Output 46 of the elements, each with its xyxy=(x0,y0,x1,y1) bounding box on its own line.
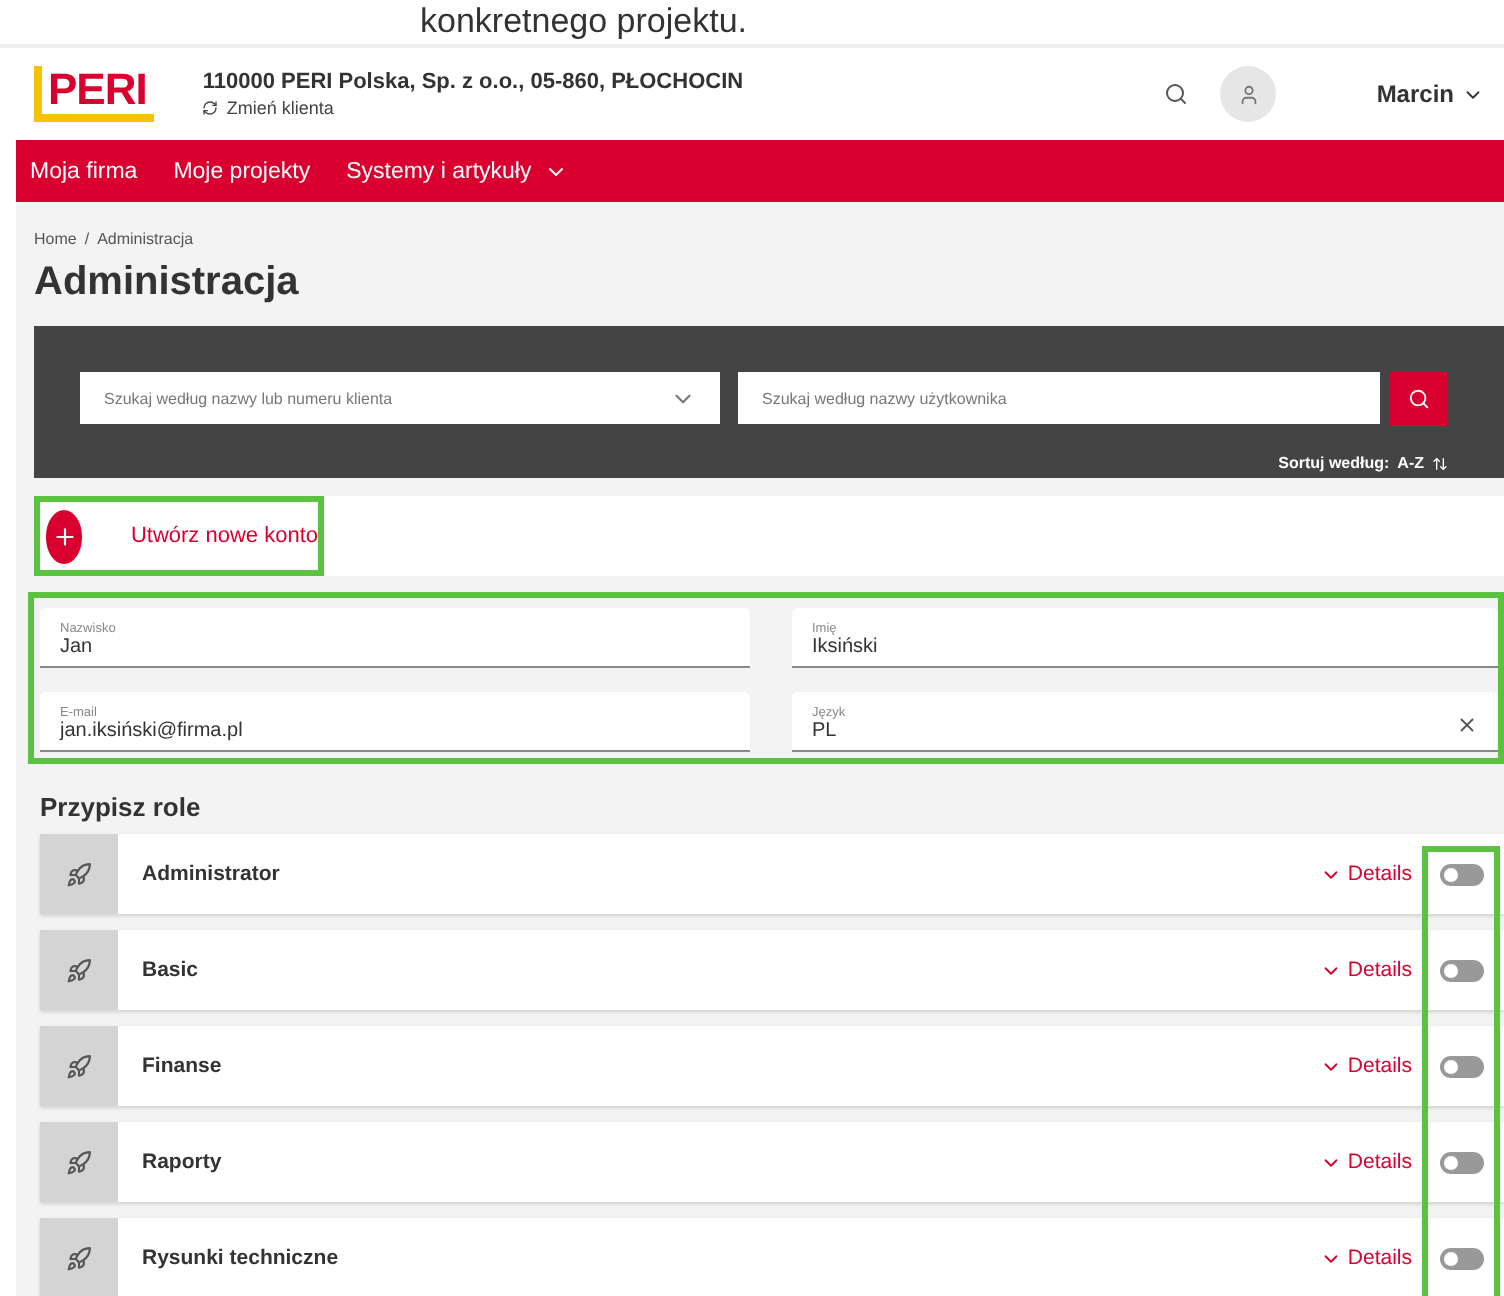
user-search-field[interactable]: Szukaj według nazwy użytkownika xyxy=(738,372,1380,424)
peri-logo[interactable]: PERI xyxy=(34,66,155,122)
page-title: Administracja xyxy=(34,260,301,306)
details-link[interactable]: Details xyxy=(1319,1246,1412,1270)
toggle-switch[interactable] xyxy=(1440,1247,1484,1269)
rocket-icon xyxy=(40,1218,118,1296)
breadcrumb-item[interactable]: Administracja xyxy=(97,230,194,248)
clear-icon[interactable] xyxy=(1456,713,1478,735)
company-name: 110000 PERI Polska, Sp. z o.o., 05-860, PŁOCHOCIN xyxy=(202,70,746,94)
refresh-icon xyxy=(202,100,219,116)
sort-button[interactable]: A-Z xyxy=(1397,454,1424,472)
client-search-field[interactable]: Szukaj według nazwy lub numeru klienta xyxy=(80,372,720,424)
sort-icon[interactable] xyxy=(1432,455,1448,471)
details-link[interactable]: Details xyxy=(1319,1150,1412,1174)
avatar-icon[interactable] xyxy=(1220,66,1277,122)
caption-text: konkretnego projektu. xyxy=(0,0,1504,48)
toggle-switch[interactable] xyxy=(1440,959,1484,981)
nav-item[interactable]: Systemy i artykuły xyxy=(346,159,568,183)
sort-label: Sortuj według: xyxy=(1278,454,1390,472)
search-icon[interactable] xyxy=(1164,82,1189,106)
toggle-switch[interactable] xyxy=(1440,1055,1484,1077)
role-name: Raporty xyxy=(142,1150,224,1174)
role-name: Administrator xyxy=(142,862,282,886)
nav-item[interactable]: Moje projekty xyxy=(173,159,311,183)
details-link[interactable]: Details xyxy=(1319,1054,1412,1078)
breadcrumb-item[interactable]: Home xyxy=(34,230,77,248)
breadcrumb-separator: / xyxy=(84,230,90,248)
search-icon xyxy=(1408,388,1430,410)
create-account-link[interactable]: Utwórz nowe konto xyxy=(130,524,318,548)
toggle-switch[interactable] xyxy=(1440,1151,1484,1173)
toggle-switch[interactable] xyxy=(1440,863,1484,885)
rocket-icon xyxy=(40,1122,118,1202)
plus-icon[interactable] xyxy=(46,509,83,563)
section-title: Przypisz role xyxy=(40,792,203,822)
role-name: Basic xyxy=(142,958,201,982)
role-name: Finanse xyxy=(142,1054,224,1078)
details-link[interactable]: Details xyxy=(1319,862,1412,886)
search-button[interactable] xyxy=(1390,372,1448,426)
nav-item[interactable]: Moja firma xyxy=(30,159,138,183)
rocket-icon xyxy=(40,930,118,1010)
rocket-icon xyxy=(40,1026,118,1106)
rocket-icon xyxy=(40,834,118,914)
role-name: Rysunki techniczne xyxy=(142,1246,341,1270)
user-menu[interactable]: Marcin xyxy=(1376,80,1484,108)
change-client-link[interactable]: Zmień klienta xyxy=(202,98,1165,118)
details-link[interactable]: Details xyxy=(1319,958,1412,982)
